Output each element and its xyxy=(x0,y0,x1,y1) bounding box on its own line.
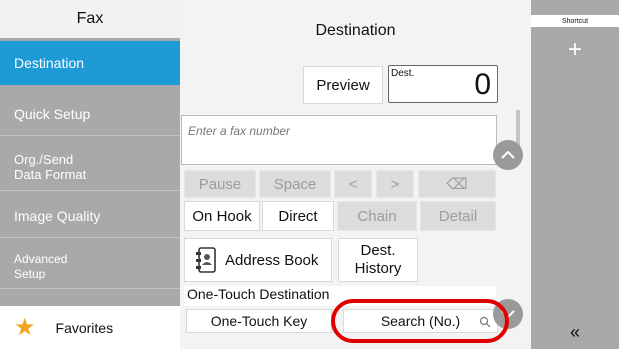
chain-button[interactable]: Chain xyxy=(337,201,417,231)
fax-number-placeholder: Enter a fax number xyxy=(188,124,291,138)
add-shortcut-icon[interactable]: + xyxy=(531,36,619,64)
favorites-button[interactable]: ★ Favorites xyxy=(0,306,180,349)
search-no-button[interactable]: Search (No.) xyxy=(343,309,498,333)
sidebar-item-label-line1: Advanced xyxy=(14,251,68,266)
search-no-label: Search (No.) xyxy=(380,313,461,329)
detail-button[interactable]: Detail xyxy=(420,201,496,231)
backspace-icon: ⌫ xyxy=(446,176,468,193)
search-icon xyxy=(479,316,491,328)
cursor-right-button[interactable]: > xyxy=(376,170,414,198)
one-touch-destination-label: One-Touch Destination xyxy=(184,286,496,306)
dest-history-button[interactable]: Dest. History xyxy=(338,238,418,282)
pause-button[interactable]: Pause xyxy=(184,170,256,198)
favorites-label: Favorites xyxy=(55,319,114,336)
sidebar-item-label-line2: Setup xyxy=(14,266,46,281)
collapse-icon[interactable]: « xyxy=(531,322,619,343)
direct-button[interactable]: Direct xyxy=(262,201,334,231)
one-touch-key-button[interactable]: One-Touch Key xyxy=(186,309,332,333)
dest-history-label-line2: History xyxy=(354,260,402,277)
sidebar-item-destination[interactable]: Destination xyxy=(0,41,180,85)
sidebar-item-label-line2: Data Format xyxy=(14,166,87,182)
sidebar-title: Fax xyxy=(0,0,180,38)
preview-button[interactable]: Preview xyxy=(303,66,383,104)
sidebar-item-quick-setup[interactable]: Quick Setup xyxy=(0,92,180,136)
address-book-label: Address Book xyxy=(225,251,319,269)
space-button[interactable]: Space xyxy=(259,170,331,198)
scroll-up-button[interactable] xyxy=(493,140,523,170)
address-book-icon xyxy=(196,247,216,273)
cursor-left-button[interactable]: < xyxy=(334,170,372,198)
scroll-down-button[interactable] xyxy=(493,299,523,329)
shortcut-title: Shortcut xyxy=(531,15,619,27)
chevron-up-icon xyxy=(501,150,515,159)
page-title: Destination xyxy=(315,22,396,39)
star-icon: ★ xyxy=(14,313,36,341)
sidebar-item-advanced-setup[interactable]: Advanced Setup xyxy=(0,245,180,289)
shortcut-panel: Shortcut + « xyxy=(531,0,619,349)
sidebar-item-label-line1: Org./Send xyxy=(14,151,74,167)
fax-number-input[interactable]: Enter a fax number xyxy=(181,115,497,165)
sidebar-item-label: Destination xyxy=(14,55,85,71)
dest-history-label-line1: Dest. xyxy=(360,242,396,259)
sidebar-item-org-send-data-format[interactable]: Org./Send Data Format xyxy=(0,143,180,191)
sidebar-item-image-quality[interactable]: Image Quality xyxy=(0,194,180,238)
destination-count-label: Dest. xyxy=(391,68,415,79)
main-panel: Destination Preview Dest. 0 Enter a fax … xyxy=(180,0,531,349)
backspace-button[interactable]: ⌫ xyxy=(418,170,496,198)
address-book-button[interactable]: Address Book xyxy=(184,238,332,282)
destination-count: Dest. 0 xyxy=(388,65,498,103)
chevron-down-icon xyxy=(501,310,515,319)
destination-count-value: 0 xyxy=(474,68,491,101)
on-hook-button[interactable]: On Hook xyxy=(184,201,260,231)
sidebar: Fax Destination Quick Setup Org./Send Da… xyxy=(0,0,180,349)
sidebar-item-label: Image Quality xyxy=(14,207,101,224)
sidebar-item-label: Quick Setup xyxy=(14,105,91,122)
